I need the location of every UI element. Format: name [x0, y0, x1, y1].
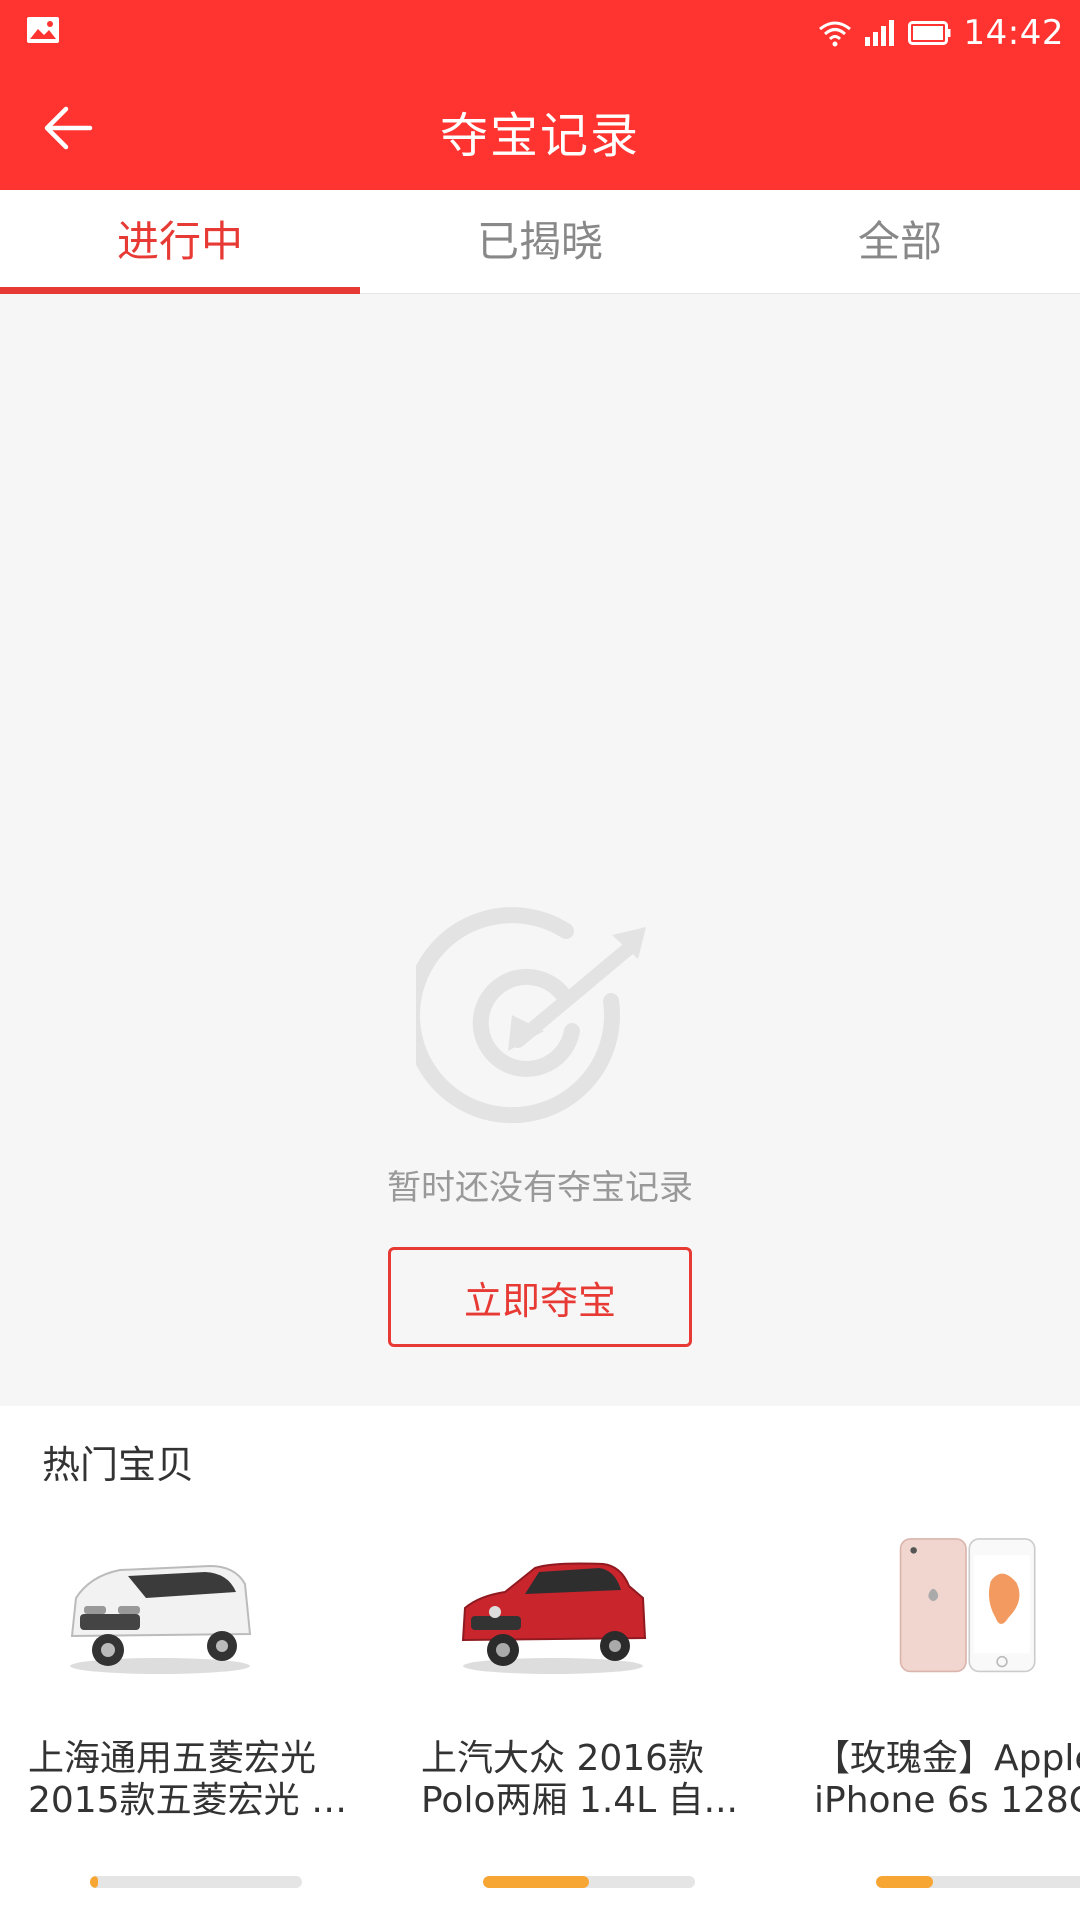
clock: 14:42 — [963, 13, 1064, 53]
progress-fill — [90, 1876, 99, 1888]
progress-bar — [90, 1876, 302, 1888]
empty-state: 暂时还没有夺宝记录 立即夺宝 — [0, 295, 1080, 1405]
page-title: 夺宝记录 — [439, 108, 640, 164]
gallery-icon — [27, 17, 59, 43]
section-heading: 热门宝贝 — [42, 1443, 195, 1487]
product-name: 上汽大众 2016款 Polo两厢 1.4L 自... — [421, 1738, 739, 1821]
target-arrow-icon — [416, 907, 646, 1124]
tab-revealed[interactable]: 已揭晓 — [360, 190, 720, 293]
progress-bar — [483, 1876, 695, 1888]
tab-bar: 进行中 已揭晓 全部 — [0, 190, 1080, 294]
product-name: 【玫瑰金】Apple iPhone 6s 128G — [814, 1738, 1080, 1821]
progress-fill — [483, 1876, 589, 1888]
status-bar: 14:42 — [0, 0, 1080, 66]
product-card[interactable]: 上海通用五菱宏光 2015款五菱宏光 S ... — [0, 1516, 368, 1916]
white-minivan-image — [70, 1564, 252, 1674]
red-hatchback-image — [461, 1562, 647, 1674]
tab-all[interactable]: 全部 — [720, 190, 1080, 293]
hot-items-row: 热门宝贝 上海通用五菱宏光 2015款五菱宏光 S ... 上汽大众 2016款… — [0, 1406, 1080, 1920]
rose-gold-iphone-image — [899, 1538, 1036, 1673]
product-card[interactable]: 上汽大众 2016款 Polo两厢 1.4L 自... — [393, 1516, 753, 1916]
battery-icon — [907, 21, 951, 45]
snatch-now-button[interactable]: 立即夺宝 — [388, 1247, 692, 1347]
tab-in-progress[interactable]: 进行中 — [0, 190, 360, 294]
progress-bar — [876, 1876, 1080, 1888]
progress-fill — [876, 1876, 934, 1888]
app-bar: 夺宝记录 — [0, 66, 1080, 190]
product-name: 上海通用五菱宏光 2015款五菱宏光 S ... — [28, 1738, 368, 1821]
product-card[interactable]: 【玫瑰金】Apple iPhone 6s 128G — [786, 1516, 1080, 1916]
signal-icon — [864, 20, 894, 46]
empty-message: 暂时还没有夺宝记录 — [387, 1168, 693, 1208]
hot-items-section: 热门宝贝 上海通用五菱宏光 2015款五菱宏光 S ... 上汽大众 2016款… — [0, 1406, 1080, 1920]
wifi-icon — [818, 21, 851, 47]
